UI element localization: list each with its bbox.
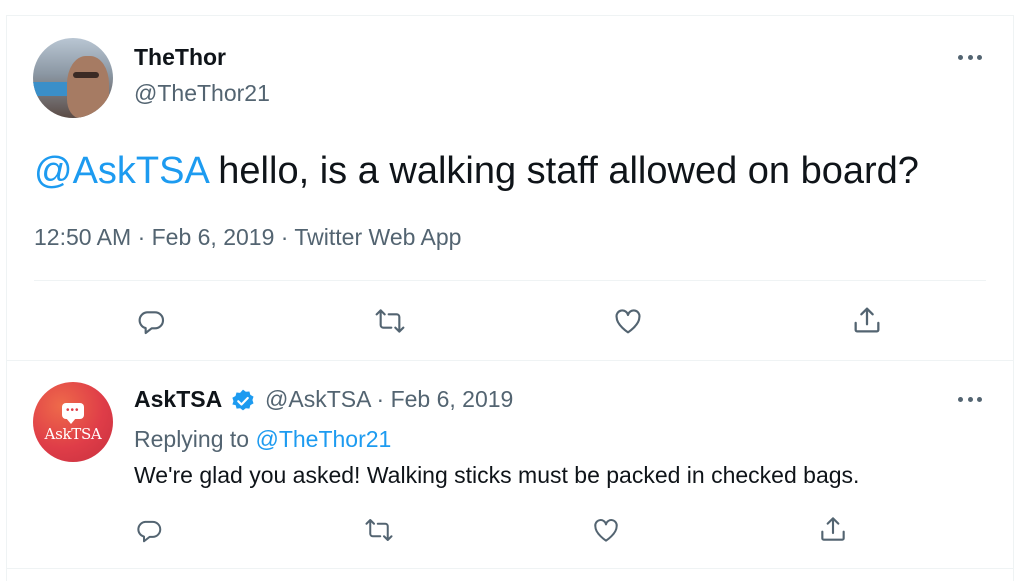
reply-text: We're glad you asked! Walking sticks mus… xyxy=(134,462,860,488)
tweet-timestamp[interactable]: 12:50 AM · Feb 6, 2019 · Twitter Web App xyxy=(34,224,461,251)
like-icon[interactable] xyxy=(611,305,645,337)
more-options-icon[interactable] xyxy=(958,395,982,403)
reply-icon[interactable] xyxy=(135,305,167,337)
author-handle-date[interactable]: @AskTSA · Feb 6, 2019 xyxy=(265,386,513,413)
chat-bubble-icon: ••• xyxy=(62,403,84,424)
avatar[interactable]: ••• AskTSA xyxy=(33,382,113,462)
avatar[interactable] xyxy=(33,38,113,118)
retweet-icon[interactable] xyxy=(372,305,408,337)
author-handle[interactable]: @TheThor21 xyxy=(134,80,270,107)
verified-badge-icon xyxy=(230,388,256,414)
replying-to-link[interactable]: @TheThor21 xyxy=(255,426,391,452)
share-icon[interactable] xyxy=(817,513,849,545)
author-name[interactable]: TheThor xyxy=(134,44,226,71)
author-name[interactable]: AskTSA xyxy=(134,386,222,413)
divider xyxy=(6,568,1014,569)
tweet-body: hello, is a walking staff allowed on boa… xyxy=(207,150,919,192)
mention-link[interactable]: @AskTSA xyxy=(34,150,208,192)
replying-to: Replying to @TheThor21 xyxy=(134,426,391,453)
tweet-text: @AskTSA hello, is a walking staff allowe… xyxy=(34,150,919,193)
reply-icon[interactable] xyxy=(134,515,164,545)
avatar-label: AskTSA xyxy=(44,425,102,443)
divider xyxy=(6,360,1014,361)
share-icon[interactable] xyxy=(850,303,884,337)
divider xyxy=(34,280,986,281)
retweet-icon[interactable] xyxy=(362,515,396,545)
like-icon[interactable] xyxy=(590,515,622,545)
replying-prefix: Replying to xyxy=(134,426,256,452)
more-options-icon[interactable] xyxy=(958,53,982,61)
